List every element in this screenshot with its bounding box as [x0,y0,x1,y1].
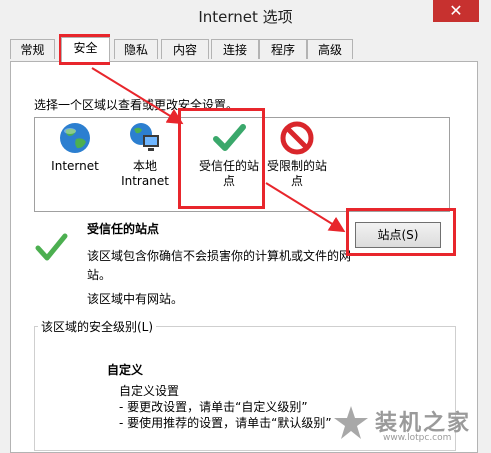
zone-detail-note: 该区域中有网站。 [87,292,184,306]
security-level-lines: 自定义设置 - 要更改设置，请单击“自定义级别” - 要使用推荐的设置，请单击“… [119,383,332,431]
tab-programs[interactable]: 程序 [259,39,307,59]
zone-internet-label: Internet [51,159,99,173]
zone-restricted-sites-label: 受限制的站 点 [266,159,327,188]
zone-list: Internet 本地 Intranet 受信任的站 点 受限制的站 点 [34,117,450,212]
zone-detail-description: 该区域包含你确信不会损害你的计算机或文件的网站。 [87,249,352,282]
checkmark-icon [212,121,246,155]
zone-internet[interactable]: Internet [35,118,115,174]
window-title: Internet 选项 [198,8,293,26]
zone-local-intranet-label: 本地 Intranet [121,159,169,188]
security-level-line: - 要使用推荐的设置，请单击“默认级别” [119,416,332,430]
security-level-line: 自定义设置 [119,384,180,398]
close-button[interactable]: ✕ [433,0,479,22]
tab-content[interactable]: 内容 [161,39,209,59]
sites-button[interactable]: 站点(S) [355,222,441,248]
tab-security[interactable]: 安全 [61,37,110,62]
no-entry-icon [280,121,314,155]
tab-privacy[interactable]: 隐私 [114,39,158,59]
security-level-line: - 要更改设置，请单击“自定义级别” [119,400,308,414]
zone-local-intranet[interactable]: 本地 Intranet [105,118,185,189]
watermark-url: www.lotpc.com [383,433,452,443]
tab-connections[interactable]: 连接 [211,39,259,59]
security-level-title: 自定义 [107,363,144,377]
title-bar: Internet 选项 ✕ [0,0,491,32]
security-level-label: 该区域的安全级别(L) [38,318,157,335]
trusted-checkmark-icon [34,230,68,264]
internet-options-window: Internet 选项 ✕ 常规 安全 隐私 内容 连接 程序 高级 选择一个区… [0,0,491,453]
tab-advanced[interactable]: 高级 [307,39,353,59]
zone-prompt: 选择一个区域以查看或更改安全设置。 [34,98,239,112]
watermark-logo: 装机之家 www.lotpc.com [331,403,481,447]
tab-general[interactable]: 常规 [10,39,55,59]
zone-restricted-sites[interactable]: 受限制的站 点 [259,118,335,189]
globe-icon [58,121,92,155]
zone-detail-title: 受信任的站点 [87,222,160,236]
intranet-icon [128,121,162,155]
